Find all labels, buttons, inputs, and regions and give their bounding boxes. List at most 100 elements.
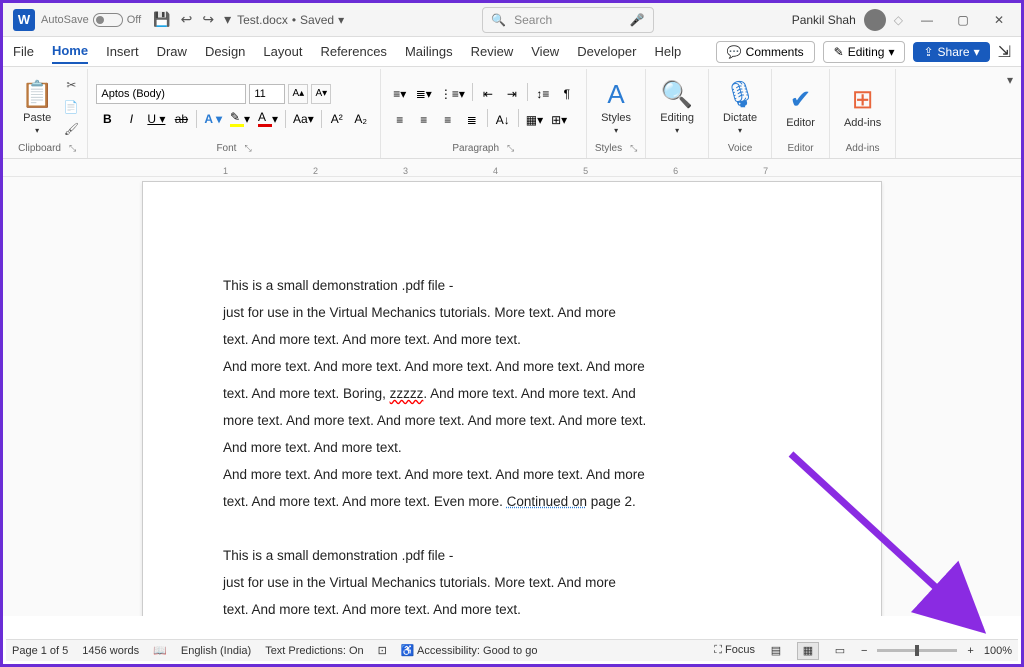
doc-line[interactable]: This is a small demonstration .pdf file … bbox=[223, 272, 801, 299]
qat-customize-icon[interactable]: ▾ bbox=[224, 11, 231, 28]
tab-references[interactable]: References bbox=[320, 40, 386, 63]
accessibility-status[interactable]: ♿ Accessibility: Good to go bbox=[401, 644, 538, 657]
doc-line[interactable]: And more text. And more text. And more t… bbox=[223, 353, 801, 380]
superscript-button[interactable]: A² bbox=[326, 108, 348, 130]
dictate-button[interactable]: 🎙 Dictate▾ bbox=[717, 75, 763, 139]
cut-icon[interactable]: ✂ bbox=[63, 77, 79, 93]
zoom-slider[interactable] bbox=[877, 649, 957, 652]
ribbon-options-icon[interactable]: ▾ bbox=[1007, 73, 1013, 87]
tab-layout[interactable]: Layout bbox=[263, 40, 302, 63]
web-layout-button[interactable]: ▭ bbox=[829, 642, 851, 660]
text-effects-button[interactable]: A ▾ bbox=[201, 108, 225, 130]
sort-button[interactable]: A↓ bbox=[492, 109, 514, 131]
doc-line[interactable]: text. And more text. And more text. And … bbox=[223, 596, 801, 616]
paste-button[interactable]: 📋 Paste ▾ bbox=[15, 75, 59, 139]
italic-button[interactable]: I bbox=[120, 108, 142, 130]
close-button[interactable]: ✕ bbox=[981, 5, 1017, 35]
highlight-button[interactable]: ✎▾ bbox=[227, 108, 253, 130]
align-left-button[interactable]: ≡ bbox=[389, 109, 411, 131]
tab-view[interactable]: View bbox=[531, 40, 559, 63]
doc-line[interactable]: text. And more text. And more text. Even… bbox=[223, 488, 801, 515]
doc-line[interactable]: And more text. And more text. And more t… bbox=[223, 461, 801, 488]
tab-mailings[interactable]: Mailings bbox=[405, 40, 453, 63]
tab-help[interactable]: Help bbox=[654, 40, 681, 63]
tab-draw[interactable]: Draw bbox=[157, 40, 187, 63]
paragraph-launcher-icon[interactable]: ⤡ bbox=[507, 143, 514, 154]
doc-line[interactable]: just for use in the Virtual Mechanics tu… bbox=[223, 569, 801, 596]
share-button[interactable]: ⇪ Share ▾ bbox=[913, 42, 989, 62]
document-title[interactable]: Test.docx • Saved ▾ bbox=[237, 13, 344, 27]
underline-button[interactable]: U ▾ bbox=[144, 108, 168, 130]
doc-line[interactable]: more text. And more text. And more text.… bbox=[223, 407, 801, 434]
copy-icon[interactable]: 📄 bbox=[63, 99, 79, 115]
save-icon[interactable]: 💾 bbox=[153, 11, 170, 28]
clipboard-launcher-icon[interactable]: ⤡ bbox=[69, 143, 76, 154]
tab-developer[interactable]: Developer bbox=[577, 40, 636, 63]
zoom-level[interactable]: 100% bbox=[984, 645, 1012, 657]
tab-file[interactable]: File bbox=[13, 40, 34, 63]
spellcheck-icon[interactable]: 📖 bbox=[153, 644, 167, 657]
font-launcher-icon[interactable]: ⤡ bbox=[244, 143, 251, 154]
language-status[interactable]: English (India) bbox=[181, 645, 251, 657]
tab-home[interactable]: Home bbox=[52, 39, 88, 64]
increase-indent-button[interactable]: ⇥ bbox=[501, 83, 523, 105]
doc-line[interactable]: text. And more text. And more text. And … bbox=[223, 326, 801, 353]
zoom-in-button[interactable]: + bbox=[967, 645, 973, 657]
font-color-button[interactable]: A▾ bbox=[255, 108, 281, 130]
doc-line[interactable] bbox=[223, 515, 801, 542]
doc-line[interactable]: This is a small demonstration .pdf file … bbox=[223, 542, 801, 569]
shading-button[interactable]: ▦▾ bbox=[523, 109, 546, 131]
collapse-ribbon-icon[interactable]: ⇲ bbox=[998, 42, 1011, 62]
line-spacing-button[interactable]: ↕≡ bbox=[532, 83, 554, 105]
bold-button[interactable]: B bbox=[96, 108, 118, 130]
tab-design[interactable]: Design bbox=[205, 40, 245, 63]
styles-launcher-icon[interactable]: ⤡ bbox=[630, 143, 637, 154]
align-center-button[interactable]: ≡ bbox=[413, 109, 435, 131]
display-settings-icon[interactable]: ⊡ bbox=[378, 644, 387, 657]
editor-button[interactable]: ✔ Editor bbox=[780, 80, 821, 133]
format-painter-icon[interactable]: 🖌 bbox=[63, 121, 79, 137]
doc-line[interactable]: And more text. And more text. bbox=[223, 434, 801, 461]
autosave-toggle[interactable]: AutoSave Off bbox=[41, 13, 141, 27]
focus-button[interactable]: ⛶ Focus bbox=[714, 644, 755, 657]
doc-line[interactable]: just for use in the Virtual Mechanics tu… bbox=[223, 299, 801, 326]
show-marks-button[interactable]: ¶ bbox=[556, 83, 578, 105]
decrease-indent-button[interactable]: ⇤ bbox=[477, 83, 499, 105]
change-case-button[interactable]: Aa▾ bbox=[290, 108, 317, 130]
addins-button[interactable]: ⊞ Add-ins bbox=[838, 80, 887, 133]
doc-line[interactable]: text. And more text. Boring, zzzzz. And … bbox=[223, 380, 801, 407]
align-right-button[interactable]: ≡ bbox=[437, 109, 459, 131]
justify-button[interactable]: ≣ bbox=[461, 109, 483, 131]
strike-button[interactable]: ab bbox=[170, 108, 192, 130]
mic-icon[interactable]: 🎤 bbox=[630, 13, 645, 27]
zoom-out-button[interactable]: − bbox=[861, 645, 867, 657]
multilevel-button[interactable]: ⋮≡▾ bbox=[437, 83, 468, 105]
editing-button[interactable]: 🔍 Editing▾ bbox=[654, 75, 700, 139]
maximize-button[interactable]: ▢ bbox=[945, 5, 981, 35]
shrink-font-button[interactable]: A▾ bbox=[311, 84, 331, 104]
diamond-icon[interactable]: ◇ bbox=[894, 13, 903, 27]
print-layout-button[interactable]: ▦ bbox=[797, 642, 819, 660]
comments-button[interactable]: 💬 Comments bbox=[716, 41, 815, 63]
document-page[interactable]: This is a small demonstration .pdf file … bbox=[142, 181, 882, 616]
subscript-button[interactable]: A₂ bbox=[350, 108, 372, 130]
borders-button[interactable]: ⊞▾ bbox=[548, 109, 570, 131]
read-mode-button[interactable]: ▤ bbox=[765, 642, 787, 660]
page-count[interactable]: Page 1 of 5 bbox=[12, 645, 68, 657]
toggle-switch-icon[interactable] bbox=[93, 13, 123, 27]
search-input[interactable]: 🔍 Search 🎤 bbox=[482, 7, 653, 33]
bullets-button[interactable]: ≡▾ bbox=[389, 83, 411, 105]
undo-icon[interactable]: ↩ bbox=[181, 11, 193, 28]
text-predictions-status[interactable]: Text Predictions: On bbox=[265, 645, 363, 657]
horizontal-ruler[interactable]: 1234567 bbox=[3, 159, 1021, 177]
styles-button[interactable]: A Styles▾ bbox=[595, 75, 637, 139]
numbering-button[interactable]: ≣▾ bbox=[413, 83, 435, 105]
minimize-button[interactable]: — bbox=[909, 5, 945, 35]
user-account[interactable]: Pankil Shah ◇ bbox=[792, 9, 909, 31]
font-size-select[interactable] bbox=[249, 84, 285, 104]
grow-font-button[interactable]: A▴ bbox=[288, 84, 308, 104]
word-count[interactable]: 1456 words bbox=[82, 645, 139, 657]
redo-icon[interactable]: ↪ bbox=[202, 11, 214, 28]
font-family-select[interactable] bbox=[96, 84, 246, 104]
tab-review[interactable]: Review bbox=[471, 40, 514, 63]
